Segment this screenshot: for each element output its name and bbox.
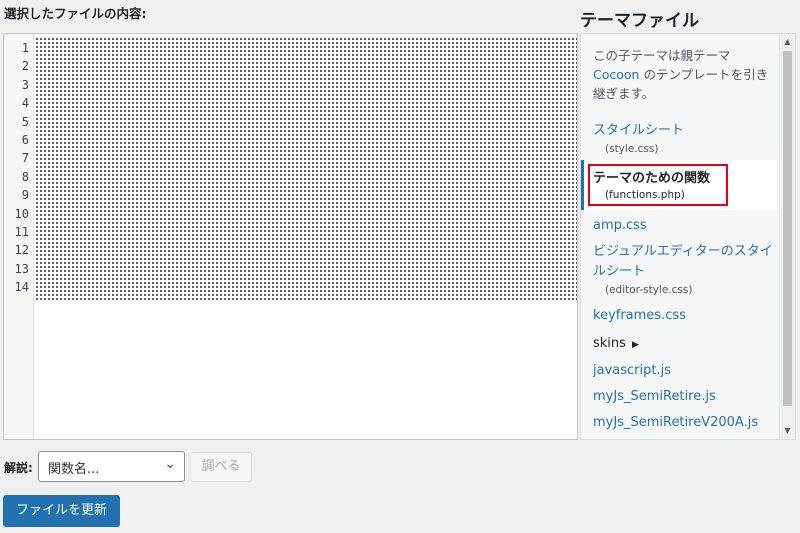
file-item-editor-style-css[interactable]: ビジュアルエディターのスタイルシート xyxy=(593,242,778,282)
documentation-label: 解説: xyxy=(4,461,33,475)
line-number: 2 xyxy=(21,59,29,74)
file-item-myjs-semiretire[interactable]: myJs_SemiRetire.js xyxy=(593,389,716,404)
line-number: 6 xyxy=(21,132,29,147)
line-number: 7 xyxy=(21,151,29,166)
line-number: 8 xyxy=(21,169,29,184)
file-item-amp-css[interactable]: amp.css xyxy=(593,218,647,233)
line-number: 5 xyxy=(21,114,29,129)
line-number: 9 xyxy=(21,188,29,203)
scroll-up-arrow-icon[interactable]: ▲ xyxy=(780,34,795,50)
line-number: 11 xyxy=(14,224,29,239)
theme-files-panel: この子テーマは親テーマ Cocoon のテンプレートを引き継ぎます。 スタイルシ… xyxy=(580,33,796,440)
expand-arrow-icon: ▶ xyxy=(631,340,639,350)
theme-files-title: テーマファイル xyxy=(580,11,699,31)
line-number: 10 xyxy=(14,206,29,221)
file-sub-editor-style-css: (editor-style.css) xyxy=(605,284,693,296)
line-number: 14 xyxy=(14,280,29,295)
file-item-myjs-semiretire-v200a[interactable]: myJs_SemiRetireV200A.js xyxy=(593,415,758,430)
chevron-down-icon: ⌄ xyxy=(164,456,176,472)
code-editor[interactable]: 1 2 3 4 5 6 7 8 9 10 11 12 13 14 xyxy=(3,33,578,440)
description-prefix: この子テーマは親テーマ xyxy=(593,48,731,63)
editor-heading: 選択したファイルの内容: xyxy=(4,6,147,21)
scroll-down-arrow-icon[interactable]: ▼ xyxy=(780,423,795,439)
scroll-thumb[interactable] xyxy=(783,51,792,406)
files-scrollbar[interactable]: ▲ ▼ xyxy=(779,34,795,439)
code-content[interactable] xyxy=(35,37,577,301)
theme-files-description: この子テーマは親テーマ Cocoon のテンプレートを引き継ぎます。 xyxy=(593,46,773,103)
file-item-style-css[interactable]: スタイルシート xyxy=(593,119,684,138)
function-select[interactable]: 関数名... ⌄ xyxy=(38,451,185,482)
update-file-button[interactable]: ファイルを更新 xyxy=(3,495,120,527)
line-number-gutter: 1 2 3 4 5 6 7 8 9 10 11 12 13 14 xyxy=(4,34,34,439)
function-select-value: 関数名... xyxy=(48,462,100,477)
folder-item-skins[interactable]: skins ▶ xyxy=(593,336,639,351)
line-number: 12 xyxy=(14,243,29,258)
line-number: 13 xyxy=(14,261,29,276)
lookup-button[interactable]: 調べる xyxy=(190,452,252,482)
folder-label: skins xyxy=(593,336,626,351)
parent-theme-link[interactable]: Cocoon xyxy=(593,67,639,82)
highlight-annotation xyxy=(588,164,728,206)
line-number: 4 xyxy=(21,96,29,111)
file-item-keyframes-css[interactable]: keyframes.css xyxy=(593,308,686,323)
file-sub-style-css: (style.css) xyxy=(605,143,659,155)
line-number: 3 xyxy=(21,77,29,92)
file-item-javascript-js[interactable]: javascript.js xyxy=(593,363,671,378)
line-number: 1 xyxy=(21,41,29,55)
